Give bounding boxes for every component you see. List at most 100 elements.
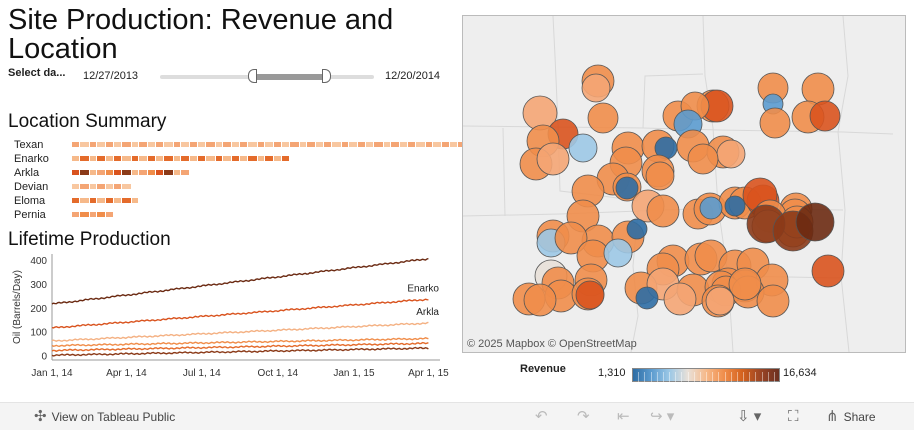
site-bubble[interactable] bbox=[716, 139, 746, 169]
location-bar[interactable] bbox=[72, 142, 491, 147]
site-bubble[interactable] bbox=[687, 143, 719, 175]
location-bar-segment[interactable] bbox=[80, 142, 89, 147]
location-bar-segment[interactable] bbox=[156, 170, 163, 175]
location-bar-segment[interactable] bbox=[97, 170, 105, 175]
location-bar-segment[interactable] bbox=[72, 198, 79, 203]
location-bar-segment[interactable] bbox=[122, 184, 131, 189]
location-bar-segment[interactable] bbox=[139, 156, 147, 161]
location-row[interactable]: Pernia bbox=[14, 209, 454, 221]
location-bar-segment[interactable] bbox=[72, 142, 79, 147]
location-bar-segment[interactable] bbox=[72, 170, 79, 175]
location-bar-segment[interactable] bbox=[80, 156, 89, 161]
series-line-texan[interactable] bbox=[51, 257, 429, 305]
date-slider-end-handle[interactable] bbox=[322, 69, 331, 83]
series-line-enarko[interactable] bbox=[51, 298, 429, 329]
location-bar-segment[interactable] bbox=[156, 142, 163, 147]
location-bar-segment[interactable] bbox=[80, 170, 89, 175]
location-bar-segment[interactable] bbox=[442, 142, 449, 147]
location-bar-segment[interactable] bbox=[426, 142, 432, 147]
location-bar-segment[interactable] bbox=[114, 142, 121, 147]
site-bubble[interactable] bbox=[587, 102, 619, 134]
location-bar-segment[interactable] bbox=[274, 142, 281, 147]
location-bar-segment[interactable] bbox=[324, 142, 331, 147]
fullscreen-button[interactable]: ⛶ bbox=[788, 409, 799, 424]
site-bubble[interactable] bbox=[795, 202, 835, 242]
location-bar-segment[interactable] bbox=[174, 170, 180, 175]
location-bar-segment[interactable] bbox=[300, 142, 306, 147]
site-bubble[interactable] bbox=[699, 196, 723, 220]
site-bubble[interactable] bbox=[759, 107, 791, 139]
forward-button[interactable]: ↪ ▾ bbox=[650, 409, 674, 424]
site-bubble[interactable] bbox=[756, 284, 790, 318]
site-bubble[interactable] bbox=[626, 218, 648, 240]
site-bubble[interactable] bbox=[615, 176, 639, 200]
location-bar-segment[interactable] bbox=[190, 156, 197, 161]
location-bar-segment[interactable] bbox=[240, 156, 247, 161]
location-bar-segment[interactable] bbox=[148, 142, 155, 147]
location-bar-segment[interactable] bbox=[290, 142, 299, 147]
location-bar-segment[interactable] bbox=[274, 156, 281, 161]
location-bar-segment[interactable] bbox=[316, 142, 323, 147]
location-bar-segment[interactable] bbox=[97, 198, 105, 203]
location-bar-segment[interactable] bbox=[433, 142, 441, 147]
location-bar-segment[interactable] bbox=[156, 156, 163, 161]
site-bubble[interactable] bbox=[536, 142, 570, 176]
location-bar-segment[interactable] bbox=[164, 142, 173, 147]
location-bar-segment[interactable] bbox=[198, 156, 205, 161]
location-bar-segment[interactable] bbox=[258, 142, 264, 147]
location-bar-segment[interactable] bbox=[114, 184, 121, 189]
location-bar-segment[interactable] bbox=[349, 142, 357, 147]
location-bar-segment[interactable] bbox=[106, 212, 113, 217]
location-bar[interactable] bbox=[72, 212, 113, 217]
download-button[interactable]: ⇩ ▾ bbox=[737, 409, 761, 424]
view-on-tableau-link[interactable]: ✣ View on Tableau Public bbox=[34, 409, 175, 424]
site-bubble[interactable] bbox=[568, 133, 598, 163]
location-bar-segment[interactable] bbox=[216, 142, 222, 147]
location-bar-segment[interactable] bbox=[90, 156, 96, 161]
location-bar-segment[interactable] bbox=[181, 156, 189, 161]
location-bar-segment[interactable] bbox=[282, 156, 289, 161]
location-bar-segment[interactable] bbox=[240, 142, 247, 147]
location-row[interactable]: Devian bbox=[14, 181, 454, 193]
location-bar-segment[interactable] bbox=[282, 142, 289, 147]
location-bar-segment[interactable] bbox=[139, 170, 147, 175]
location-bar-segment[interactable] bbox=[223, 142, 231, 147]
location-bar-segment[interactable] bbox=[332, 142, 341, 147]
site-bubble[interactable] bbox=[635, 286, 659, 310]
location-bar-segment[interactable] bbox=[90, 184, 96, 189]
location-bar-segment[interactable] bbox=[97, 142, 105, 147]
location-bar-segment[interactable] bbox=[358, 142, 365, 147]
location-bar[interactable] bbox=[72, 170, 189, 175]
site-bubble[interactable] bbox=[581, 73, 611, 103]
map-canvas[interactable] bbox=[463, 16, 905, 352]
location-bar-segment[interactable] bbox=[106, 198, 113, 203]
location-bar-segment[interactable] bbox=[248, 142, 257, 147]
location-bar[interactable] bbox=[72, 198, 138, 203]
location-bar-segment[interactable] bbox=[97, 156, 105, 161]
site-bubble[interactable] bbox=[645, 161, 675, 191]
location-bar-segment[interactable] bbox=[342, 142, 348, 147]
location-bar-segment[interactable] bbox=[132, 170, 138, 175]
location-row[interactable]: Eloma bbox=[14, 195, 454, 207]
redo-button[interactable]: ↷ bbox=[577, 409, 590, 424]
location-bar-segment[interactable] bbox=[132, 142, 138, 147]
location-bar-segment[interactable] bbox=[122, 170, 131, 175]
location-bar-segment[interactable] bbox=[248, 156, 257, 161]
location-bar-segment[interactable] bbox=[97, 184, 105, 189]
location-bar-segment[interactable] bbox=[307, 142, 315, 147]
site-bubble[interactable] bbox=[705, 286, 735, 316]
location-bar-segment[interactable] bbox=[223, 156, 231, 161]
site-bubble[interactable] bbox=[646, 194, 680, 228]
location-bar[interactable] bbox=[72, 184, 131, 189]
site-bubble[interactable] bbox=[724, 195, 746, 217]
location-row[interactable]: Texan bbox=[14, 139, 491, 151]
location-bar-segment[interactable] bbox=[90, 198, 96, 203]
location-bar-segment[interactable] bbox=[164, 170, 173, 175]
location-bar-segment[interactable] bbox=[106, 142, 113, 147]
location-bar-segment[interactable] bbox=[450, 142, 457, 147]
share-button[interactable]: ⋔ Share bbox=[826, 409, 876, 424]
site-bubble[interactable] bbox=[575, 280, 605, 310]
location-bar-segment[interactable] bbox=[106, 170, 113, 175]
site-bubble[interactable] bbox=[523, 283, 557, 317]
location-bar-segment[interactable] bbox=[198, 142, 205, 147]
